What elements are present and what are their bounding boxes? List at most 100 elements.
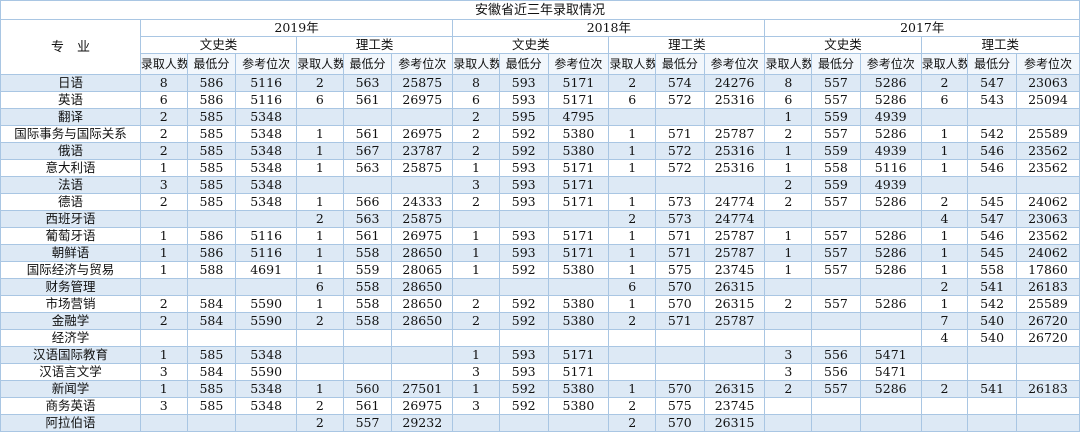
data-cell: 1 [139, 346, 188, 364]
data-cell: 23745 [703, 397, 766, 415]
data-cell [186, 278, 237, 296]
data-cell: 5286 [859, 74, 922, 92]
table-row: 市场营销 2 584 5590 1 558 28650 2 592 5380 1 570 26315 2 5… [0, 295, 1080, 313]
data-cell: 8 [452, 74, 500, 92]
data-cell: 547 [967, 210, 1017, 228]
data-cell [764, 414, 813, 432]
data-cell: 563 [342, 210, 393, 228]
table-row: 新闻学 1 585 5348 1 560 27501 1 592 5380 1 570 26315 2 55… [0, 380, 1080, 398]
data-cell: 1 [139, 159, 188, 177]
data-cell: 1 [452, 159, 500, 177]
data-cell: 26975 [391, 227, 454, 245]
data-cell: 585 [186, 397, 237, 415]
track-header-science: 理工类 [296, 36, 454, 54]
metric-header: 最低分 [654, 53, 705, 75]
data-cell: 558 [811, 159, 861, 177]
data-cell: 5171 [547, 363, 610, 381]
data-cell: 5380 [547, 125, 610, 143]
data-cell: 6 [608, 278, 656, 296]
metric-header: 录取人数 [139, 53, 188, 75]
data-cell [859, 414, 922, 432]
data-cell: 557 [811, 261, 861, 279]
data-cell: 558 [342, 278, 393, 296]
data-cell: 2 [139, 108, 188, 126]
data-cell: 1 [452, 244, 500, 262]
data-cell: 593 [498, 74, 549, 92]
data-cell: 2 [296, 210, 344, 228]
data-cell: 1 [608, 142, 656, 160]
data-cell: 561 [342, 125, 393, 143]
data-cell: 563 [342, 74, 393, 92]
data-cell: 28065 [391, 261, 454, 279]
data-cell [811, 329, 861, 347]
data-cell [764, 312, 813, 330]
data-cell: 567 [342, 142, 393, 160]
metric-header: 录取人数 [920, 53, 969, 75]
data-cell [391, 363, 454, 381]
data-cell: 5171 [547, 74, 610, 92]
data-cell [967, 363, 1017, 381]
data-cell: 5286 [859, 244, 922, 262]
data-cell: 8 [764, 74, 813, 92]
data-cell: 560 [342, 380, 393, 398]
data-cell: 5286 [859, 295, 922, 313]
data-cell [296, 176, 344, 194]
data-cell: 1 [764, 142, 813, 160]
data-cell: 1 [139, 244, 188, 262]
data-cell [452, 329, 500, 347]
data-cell: 25787 [703, 244, 766, 262]
metric-header: 参考位次 [703, 53, 766, 75]
data-cell [608, 176, 656, 194]
data-cell [296, 363, 344, 381]
table-row: 财务管理 6 558 28650 6 570 26315 2 541 26183 [0, 278, 1080, 296]
data-cell: 570 [654, 414, 705, 432]
data-cell: 6 [296, 91, 344, 109]
data-cell: 1 [296, 295, 344, 313]
data-cell: 2 [139, 312, 188, 330]
data-cell: 6 [452, 91, 500, 109]
data-cell: 561 [342, 91, 393, 109]
table-row: 法语 3 585 5348 3 593 5171 2 559 4939 [0, 176, 1080, 194]
data-cell: 585 [186, 193, 237, 211]
data-cell: 1 [296, 227, 344, 245]
data-cell [498, 329, 549, 347]
data-cell: 2 [764, 193, 813, 211]
data-cell: 5590 [235, 312, 298, 330]
data-cell [1015, 108, 1080, 126]
data-cell [452, 414, 500, 432]
data-cell: 25787 [703, 125, 766, 143]
major-name-cell: 法语 [0, 176, 141, 194]
data-cell: 5590 [235, 363, 298, 381]
data-cell: 3 [452, 176, 500, 194]
metric-header: 参考位次 [1015, 53, 1080, 75]
data-cell: 2 [452, 108, 500, 126]
table-header: 安徽省近三年录取情况 专 业 2019年 2018年 2017年 文史类 理工类… [0, 0, 1080, 75]
data-cell: 566 [342, 193, 393, 211]
data-cell [547, 278, 610, 296]
data-cell [1015, 414, 1080, 432]
data-cell [703, 363, 766, 381]
data-cell: 5286 [859, 261, 922, 279]
data-cell: 1 [764, 244, 813, 262]
data-cell: 1 [920, 261, 969, 279]
track-header-science: 理工类 [920, 36, 1080, 54]
data-cell [920, 108, 969, 126]
data-cell [920, 176, 969, 194]
data-cell [703, 346, 766, 364]
data-cell: 26183 [1015, 278, 1080, 296]
data-cell: 23745 [703, 261, 766, 279]
data-cell [608, 346, 656, 364]
data-cell: 4795 [547, 108, 610, 126]
table-row: 朝鲜语 1 586 5116 1 558 28650 1 593 5171 1 571 25787 1 55… [0, 244, 1080, 262]
data-cell [139, 278, 188, 296]
data-cell: 5380 [547, 295, 610, 313]
data-cell [452, 210, 500, 228]
major-name-cell: 国际经济与贸易 [0, 261, 141, 279]
data-cell: 1 [608, 244, 656, 262]
data-cell [967, 176, 1017, 194]
data-cell [342, 176, 393, 194]
year-header-2018: 2018年 [452, 19, 766, 37]
data-cell: 3 [452, 363, 500, 381]
data-cell: 556 [811, 363, 861, 381]
data-cell [859, 278, 922, 296]
